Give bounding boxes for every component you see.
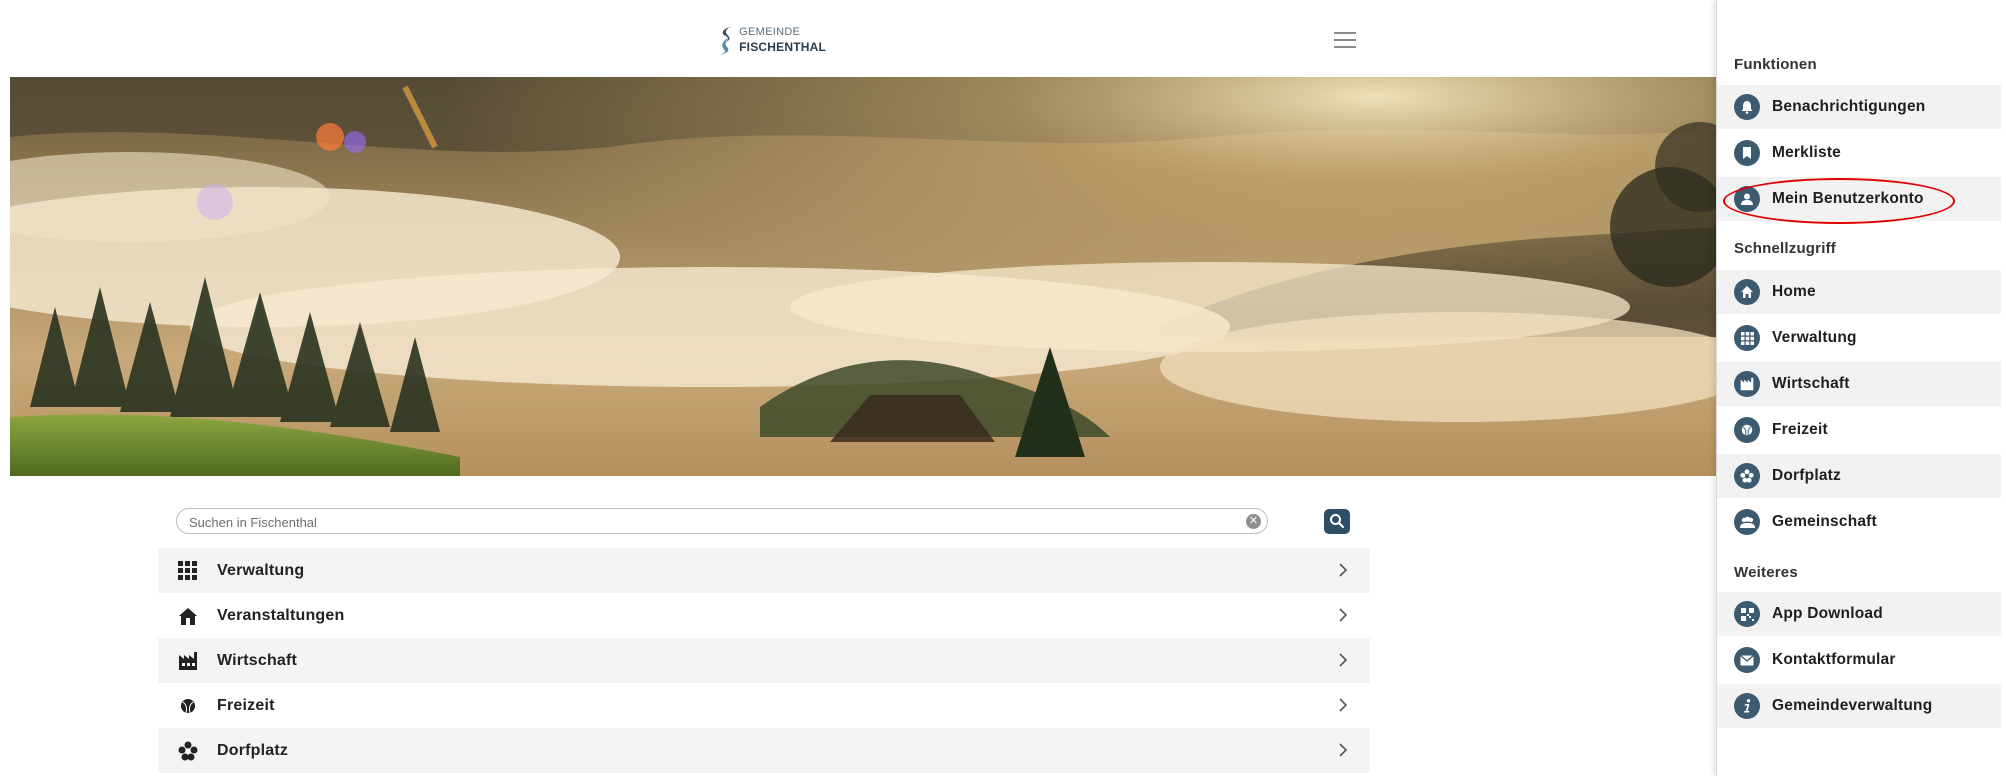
logo-text: GEMEINDE FISCHENTHAL	[739, 25, 826, 55]
category-item-dorfplatz[interactable]: Dorfplatz	[158, 728, 1370, 773]
menu-item-label: Merkliste	[1772, 144, 1841, 161]
flower-icon	[1734, 463, 1760, 489]
menu-item-merkliste[interactable]: Merkliste	[1717, 131, 2001, 175]
category-label: Freizeit	[217, 696, 275, 714]
menu-item-label: Mein Benutzerkonto	[1772, 190, 1924, 207]
menu-item-dorfplatz[interactable]: Dorfplatz	[1717, 454, 2001, 498]
home-icon	[1734, 279, 1760, 305]
menu-item-app-download[interactable]: App Download	[1717, 592, 2001, 636]
menu-item-wirtschaft[interactable]: Wirtschaft	[1717, 362, 2001, 406]
category-item-veranstaltungen[interactable]: Veranstaltungen	[158, 593, 1370, 638]
factory-icon	[1734, 371, 1760, 397]
chevron-right-icon	[1339, 563, 1348, 577]
bookmark-icon	[1734, 140, 1760, 166]
category-label: Dorfplatz	[217, 741, 289, 759]
search-icon	[1330, 514, 1344, 528]
chevron-right-icon	[1339, 698, 1348, 712]
menu-item-home[interactable]: Home	[1717, 270, 2001, 314]
menu-item-label: Gemeinschaft	[1772, 513, 1877, 530]
category-list: Verwaltung Veranstaltungen Wirtschaft Fr…	[158, 548, 1370, 773]
panel-heading-funktionen: Funktionen	[1734, 56, 1817, 73]
category-label: Verwaltung	[217, 561, 305, 579]
chevron-right-icon	[1339, 608, 1348, 622]
chevron-right-icon	[1339, 743, 1348, 757]
ball-icon	[1734, 417, 1760, 443]
municipality-logo[interactable]: GEMEINDE FISCHENTHAL	[716, 18, 826, 62]
menu-item-gemeindeverwaltung[interactable]: Gemeindeverwaltung	[1717, 684, 2001, 728]
qr-code-icon	[1734, 601, 1760, 627]
menu-item-label: Freizeit	[1772, 421, 1828, 438]
ball-icon	[178, 696, 198, 716]
logo-mark-icon	[718, 26, 732, 55]
menu-item-label: Verwaltung	[1772, 329, 1857, 346]
grid-icon	[178, 560, 198, 581]
side-menu-panel: Funktionen Benachrichtigungen Merkliste …	[1716, 0, 2006, 776]
panel-heading-weiteres: Weiteres	[1734, 564, 1798, 581]
menu-item-label: Wirtschaft	[1772, 375, 1850, 392]
menu-item-label: App Download	[1772, 605, 1883, 622]
search-input[interactable]	[187, 512, 1221, 532]
menu-item-label: Benachrichtigungen	[1772, 98, 1926, 115]
category-label: Veranstaltungen	[217, 606, 345, 624]
menu-item-benachrichtigungen[interactable]: Benachrichtigungen	[1717, 85, 2001, 129]
category-item-verwaltung[interactable]: Verwaltung	[158, 548, 1370, 593]
chevron-right-icon	[1339, 653, 1348, 667]
logo-line-fischenthal: FISCHENTHAL	[739, 40, 826, 54]
bell-icon	[1734, 94, 1760, 120]
grid-icon	[1734, 325, 1760, 351]
hamburger-icon[interactable]	[1334, 32, 1356, 50]
menu-item-mein-benutzerkonto[interactable]: Mein Benutzerkonto	[1717, 177, 2001, 221]
menu-item-label: Gemeindeverwaltung	[1772, 697, 1933, 714]
hero-image-foggy-landscape	[10, 77, 1716, 476]
clear-icon[interactable]: ✕	[1246, 514, 1261, 529]
search-button[interactable]	[1324, 509, 1350, 534]
menu-item-verwaltung[interactable]: Verwaltung	[1717, 316, 2001, 360]
user-icon	[1734, 186, 1760, 212]
menu-item-gemeinschaft[interactable]: Gemeinschaft	[1717, 500, 2001, 544]
factory-icon	[178, 651, 198, 671]
tent-icon	[178, 606, 198, 626]
flower-icon	[178, 741, 198, 761]
info-icon	[1734, 693, 1760, 719]
menu-item-label: Home	[1772, 283, 1816, 300]
menu-item-label: Dorfplatz	[1772, 467, 1841, 484]
category-item-freizeit[interactable]: Freizeit	[158, 683, 1370, 728]
panel-heading-schnellzugriff: Schnellzugriff	[1734, 240, 1836, 257]
menu-item-label: Kontaktformular	[1772, 651, 1896, 668]
mail-icon	[1734, 647, 1760, 673]
group-icon	[1734, 509, 1760, 535]
menu-item-kontaktformular[interactable]: Kontaktformular	[1717, 638, 2001, 682]
category-label: Wirtschaft	[217, 651, 298, 669]
logo-line-gemeinde: GEMEINDE	[739, 26, 801, 38]
menu-item-freizeit[interactable]: Freizeit	[1717, 408, 2001, 452]
category-item-wirtschaft[interactable]: Wirtschaft	[158, 638, 1370, 683]
search-bar: ✕	[176, 508, 1268, 534]
